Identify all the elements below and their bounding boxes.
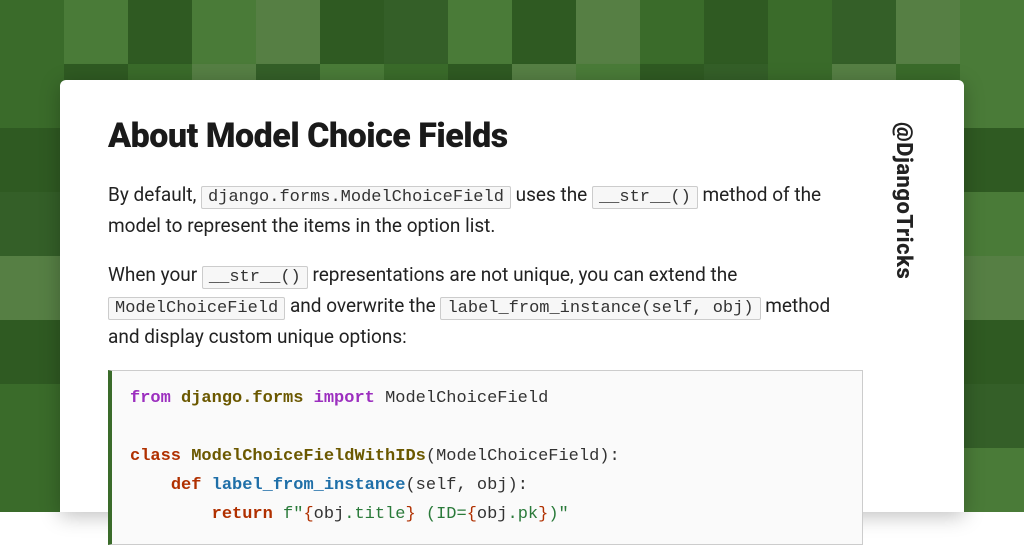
- function-name: label_from_instance: [212, 476, 406, 495]
- expr: obj: [314, 505, 345, 524]
- base-class: ModelChoiceField: [436, 447, 599, 466]
- keyword-import: import: [314, 389, 375, 408]
- article-content: About Model Choice Fields By default, dj…: [108, 116, 863, 512]
- fstring-brace: {: [467, 505, 477, 524]
- fstring-brace: }: [538, 505, 548, 524]
- import-target: ModelChoiceField: [385, 389, 548, 408]
- module-name: django.forms: [181, 389, 303, 408]
- inline-code: __str__(): [202, 266, 308, 289]
- inline-code: __str__(): [592, 186, 698, 209]
- string-part: f": [283, 505, 303, 524]
- expr: .title: [344, 505, 405, 524]
- keyword-return: return: [212, 505, 273, 524]
- text: representations are not unique, you can …: [312, 263, 737, 286]
- page-title: About Model Choice Fields: [108, 116, 863, 156]
- text: By default,: [108, 183, 201, 206]
- params: self, obj: [416, 476, 508, 495]
- inline-code: label_from_instance(self, obj): [440, 297, 760, 320]
- class-name: ModelChoiceFieldWithIDs: [191, 447, 426, 466]
- inline-code: ModelChoiceField: [108, 297, 285, 320]
- article-card: About Model Choice Fields By default, dj…: [60, 80, 964, 512]
- paragraph-1: By default, django.forms.ModelChoiceFiel…: [108, 180, 863, 242]
- code-block: from django.forms import ModelChoiceFiel…: [108, 370, 863, 544]
- string-part: )": [548, 505, 568, 524]
- keyword-def: def: [171, 476, 202, 495]
- expr: obj: [477, 505, 508, 524]
- paragraph-2: When your __str__() representations are …: [108, 260, 863, 353]
- keyword-class: class: [130, 447, 181, 466]
- keyword-from: from: [130, 389, 171, 408]
- fstring-brace: }: [405, 505, 415, 524]
- fstring-brace: {: [303, 505, 313, 524]
- text: uses the: [516, 183, 592, 206]
- author-handle: @DjangoTricks: [891, 116, 916, 512]
- text: and overwrite the: [290, 294, 441, 317]
- text: When your: [108, 263, 202, 286]
- inline-code: django.forms.ModelChoiceField: [201, 186, 511, 209]
- expr: .pk: [508, 505, 539, 524]
- string-part: (ID=: [416, 505, 467, 524]
